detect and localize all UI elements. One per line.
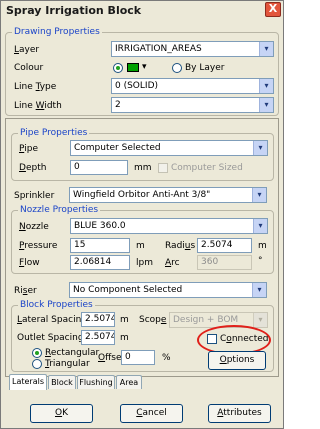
- arc-input[interactable]: 360: [197, 255, 252, 270]
- chevron-down-icon: ▾: [253, 313, 267, 327]
- attributes-button[interactable]: Attributes: [208, 404, 271, 423]
- title-bar: Spray Irrigation Block X: [1, 1, 283, 21]
- lateral-spacing-unit: m: [120, 315, 129, 325]
- layer-select[interactable]: IRRIGATION_AREAS ▾: [111, 41, 274, 57]
- spray-irrigation-dialog: Spray Irrigation Block X Drawing Propert…: [0, 0, 284, 429]
- flow-input[interactable]: 2.06814: [70, 255, 130, 270]
- sprinkler-value: Wingfield Orbitor Anti-Ant 3/8": [73, 190, 211, 200]
- chevron-down-icon: ▾: [252, 188, 266, 202]
- sprinkler-select[interactable]: Wingfield Orbitor Anti-Ant 3/8" ▾: [69, 187, 267, 203]
- nozzle-value: BLUE 360.0: [74, 221, 126, 231]
- outlet-spacing-label: Outlet Spacing: [17, 333, 84, 343]
- chevron-down-icon: ▾: [252, 283, 266, 297]
- computer-sized-checkbox[interactable]: [158, 163, 168, 173]
- depth-unit: mm: [134, 163, 152, 173]
- tab-area[interactable]: Area: [116, 375, 142, 389]
- offset-unit: %: [162, 353, 171, 363]
- drawing-properties-legend: Drawing Properties: [12, 27, 102, 37]
- outlet-spacing-input[interactable]: 2.5074: [81, 330, 115, 345]
- close-button[interactable]: X: [265, 2, 281, 17]
- nozzle-properties-group: Nozzle Properties Nozzle BLUE 360.0 ▾ Pr…: [11, 205, 274, 274]
- riser-label: Riser: [14, 286, 37, 296]
- pipe-select[interactable]: Computer Selected ▾: [70, 140, 268, 156]
- pressure-input[interactable]: 15: [70, 238, 130, 253]
- chevron-down-icon: ▾: [253, 141, 267, 155]
- pipe-properties-group: Pipe Properties Pipe Computer Selected ▾…: [11, 128, 274, 181]
- arc-label: Arc: [165, 258, 180, 268]
- layer-value: IRRIGATION_AREAS: [115, 44, 202, 54]
- options-button[interactable]: Options: [208, 351, 266, 370]
- cancel-button[interactable]: Cancel: [120, 404, 183, 423]
- nozzle-properties-legend: Nozzle Properties: [18, 205, 101, 215]
- tab-flushing[interactable]: Flushing: [77, 375, 115, 389]
- depth-input[interactable]: 0: [70, 160, 128, 175]
- flow-label: Flow: [19, 258, 40, 268]
- ok-button[interactable]: OK: [30, 404, 93, 423]
- pressure-unit: m: [136, 241, 145, 251]
- pipe-properties-legend: Pipe Properties: [18, 128, 90, 138]
- depth-label: Depth: [19, 163, 47, 173]
- tab-strip: Laterals Block Flushing Area: [9, 374, 169, 390]
- linewidth-select[interactable]: 2 ▾: [111, 97, 274, 113]
- linetype-value: 0 (SOLID): [115, 81, 159, 91]
- layer-label: Layer: [14, 45, 40, 55]
- by-layer-label: By Layer: [185, 63, 225, 73]
- radius-unit: m: [258, 241, 267, 251]
- laterals-tab-panel: Pipe Properties Pipe Computer Selected ▾…: [5, 118, 279, 377]
- chevron-down-icon: ▾: [259, 42, 273, 56]
- nozzle-label: Nozzle: [19, 222, 49, 232]
- nozzle-select[interactable]: BLUE 360.0 ▾: [70, 218, 268, 234]
- block-properties-group: Block Properties Lateral Spacing 2.5074 …: [11, 300, 274, 372]
- pipe-value: Computer Selected: [74, 143, 161, 153]
- colour-by-layer-radio[interactable]: [172, 63, 182, 73]
- radius-input[interactable]: 2.5074: [197, 238, 252, 253]
- chevron-down-icon: ▾: [253, 219, 267, 233]
- linetype-label: Line Type: [14, 82, 57, 92]
- arc-unit: °: [258, 256, 263, 266]
- pressure-label: Pressure: [19, 241, 58, 251]
- drawing-properties-group: Drawing Properties Layer IRRIGATION_AREA…: [5, 27, 279, 116]
- window-title: Spray Irrigation Block: [6, 4, 142, 17]
- linetype-select[interactable]: 0 (SOLID) ▾: [111, 78, 274, 94]
- lateral-spacing-label: Lateral Spacing: [17, 315, 87, 325]
- flow-unit: lpm: [136, 258, 153, 268]
- scope-label: Scope: [139, 315, 167, 325]
- tab-laterals[interactable]: Laterals: [9, 374, 47, 390]
- rectangular-label: Rectangular: [45, 348, 100, 358]
- scope-value: Design + BOM: [173, 315, 239, 325]
- triangular-radio[interactable]: [32, 359, 42, 369]
- pipe-label: Pipe: [19, 144, 38, 154]
- block-properties-legend: Block Properties: [18, 300, 95, 310]
- lateral-spacing-input[interactable]: 2.5074: [81, 312, 115, 327]
- colour-swatch[interactable]: [127, 63, 139, 72]
- riser-select[interactable]: No Component Selected ▾: [69, 282, 267, 298]
- riser-value: No Component Selected: [73, 285, 183, 295]
- computer-sized-label: Computer Sized: [171, 163, 243, 173]
- colour-label: Colour: [14, 63, 44, 73]
- rectangular-radio[interactable]: [32, 348, 42, 358]
- colour-custom-radio[interactable]: [113, 63, 123, 73]
- offset-input[interactable]: 0: [121, 350, 155, 365]
- chevron-down-icon: ▾: [259, 79, 273, 93]
- chevron-down-icon: ▾: [259, 98, 273, 112]
- outlet-spacing-unit: m: [120, 333, 129, 343]
- linewidth-value: 2: [115, 100, 121, 110]
- tab-block[interactable]: Block: [48, 375, 76, 389]
- radius-label: Radius: [165, 241, 196, 251]
- colour-dropdown-icon[interactable]: ▾: [142, 62, 147, 72]
- linewidth-label: Line Width: [14, 101, 62, 111]
- triangular-label: Triangular: [45, 359, 90, 369]
- sprinkler-label: Sprinkler: [14, 191, 55, 201]
